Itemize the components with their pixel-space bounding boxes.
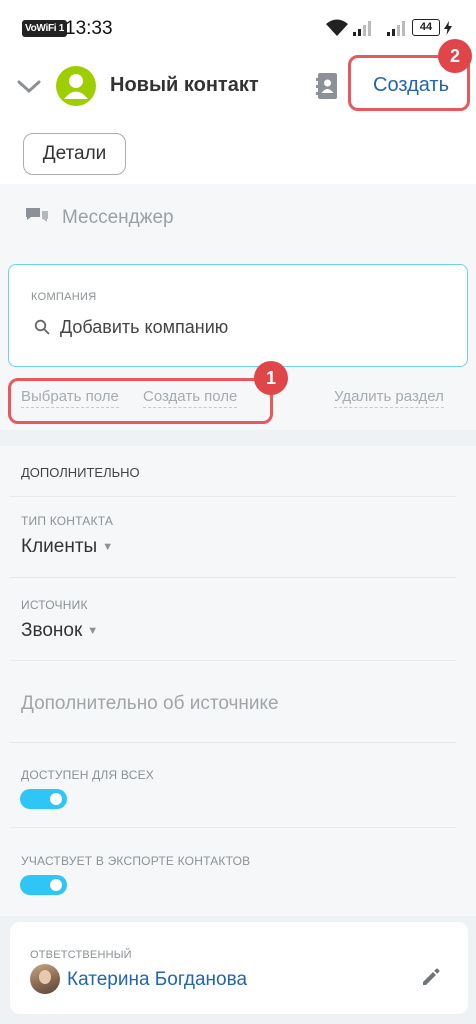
dropdown-caret-icon: ▼ xyxy=(87,624,99,637)
export-label: УЧАСТВУЕТ В ЭКСПОРТЕ КОНТАКТОВ xyxy=(21,854,251,868)
responsible-name[interactable]: Катерина Богданова xyxy=(67,969,247,991)
available-all-label: ДОСТУПЕН ДЛЯ ВСЕХ xyxy=(21,768,154,782)
add-company-input[interactable]: Добавить компанию xyxy=(60,317,228,338)
pencil-icon[interactable] xyxy=(421,967,441,987)
contact-avatar xyxy=(56,66,96,106)
signal-icon-2 xyxy=(387,21,405,36)
delete-section-link[interactable]: Удалить раздел xyxy=(334,388,444,408)
messenger-icon xyxy=(26,208,48,222)
contact-section: Мессенджер КОМПАНИЯ Добавить компанию Вы… xyxy=(0,184,476,430)
status-bar: VoWiFi 1 13:33 44 xyxy=(0,0,476,58)
contact-book-icon[interactable] xyxy=(315,72,339,100)
step-badge-2: 2 xyxy=(438,39,472,73)
signal-icon xyxy=(353,21,371,36)
step-badge-1: 1 xyxy=(254,361,288,395)
divider xyxy=(10,577,456,578)
source-label: ИСТОЧНИК xyxy=(21,598,88,612)
wifi-icon xyxy=(326,19,348,36)
responsible-card[interactable]: ОТВЕТСТВЕННЫЙ Катерина Богданова xyxy=(10,922,468,1014)
company-label: КОМПАНИЯ xyxy=(31,291,97,303)
responsible-label: ОТВЕТСТВЕННЫЙ xyxy=(30,949,132,961)
contact-type-select[interactable]: Клиенты ▼ xyxy=(21,536,113,558)
search-icon xyxy=(34,319,50,335)
source-select[interactable]: Звонок ▼ xyxy=(21,620,98,642)
section-title: ДОПОЛНИТЕЛЬНО xyxy=(21,465,140,480)
user-icon xyxy=(64,74,88,99)
battery-indicator: 44 xyxy=(412,19,440,36)
avatar xyxy=(30,964,60,994)
additional-section: ДОПОЛНИТЕЛЬНО ТИП КОНТАКТА Клиенты ▼ ИСТО… xyxy=(0,446,476,916)
messenger-field[interactable]: Мессенджер xyxy=(62,207,174,229)
details-button[interactable]: Детали xyxy=(23,133,126,175)
divider xyxy=(10,660,456,661)
company-field[interactable]: КОМПАНИЯ Добавить компанию xyxy=(8,264,468,367)
toggle-knob xyxy=(50,879,62,891)
vowifi-indicator: VoWiFi 1 xyxy=(22,20,67,37)
available-all-toggle[interactable] xyxy=(20,789,67,809)
contact-type-value: Клиенты xyxy=(21,536,98,557)
header: Новый контакт Создать 2 Детали xyxy=(0,39,476,184)
chevron-down-icon[interactable] xyxy=(16,78,42,96)
divider xyxy=(10,742,456,743)
contact-type-label: ТИП КОНТАКТА xyxy=(21,514,114,528)
dropdown-caret-icon: ▼ xyxy=(102,540,114,553)
source-info-field[interactable]: Дополнительно об источнике xyxy=(21,693,279,715)
toggle-knob xyxy=(50,793,62,805)
source-value: Звонок xyxy=(21,620,83,641)
divider xyxy=(10,827,456,828)
avatar-face xyxy=(39,970,51,984)
export-toggle[interactable] xyxy=(20,875,67,895)
charging-icon xyxy=(444,21,452,35)
status-time: 13:33 xyxy=(65,18,113,39)
page-title: Новый контакт xyxy=(110,74,259,96)
divider xyxy=(10,496,456,497)
highlight-frame-fields xyxy=(8,378,273,424)
